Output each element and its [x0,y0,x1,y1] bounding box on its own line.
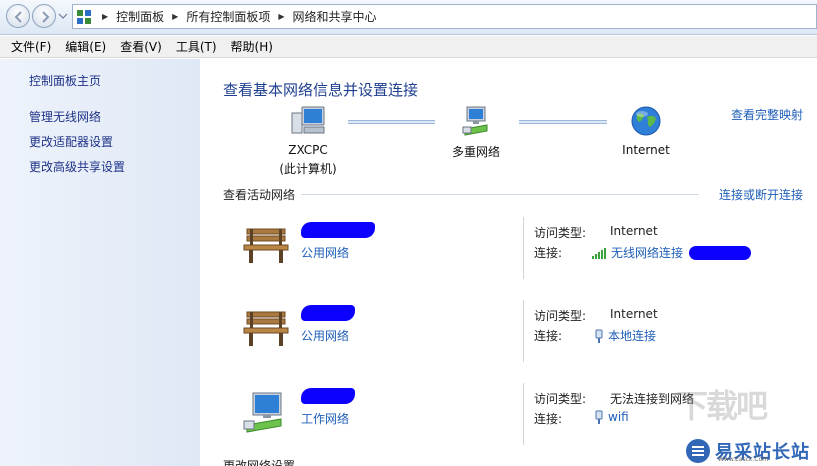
control-panel-icon [77,9,91,24]
menu-help[interactable]: 帮助(H) [224,38,280,55]
connection-name[interactable]: 本地连接 [608,327,656,344]
map-node-computer: ZXCPC (此计算机) [273,105,343,177]
multiple-networks-label: 多重网络 [451,145,500,159]
menu-file[interactable]: 文件(F) [4,38,58,55]
internet-label: Internet [622,143,670,157]
sidebar: 控制面板主页 管理无线网络 更改适配器设置 更改高级共享设置 [0,59,200,466]
connection-link[interactable]: wifi [594,410,629,424]
work-computer-icon[interactable] [241,391,291,433]
watermark-text: 下载吧 [676,387,768,425]
access-type-value: Internet [610,307,658,321]
network-type-link[interactable]: 公用网络 [301,327,349,344]
watermark-url: Www.Easck.Com [718,456,769,463]
page-title: 查看基本网络信息并设置连接 [223,81,419,99]
menu-view[interactable]: 查看(V) [113,38,169,55]
active-network-1: 公用网络 访问类型: Internet 连接: 无线网络连接 [201,217,817,289]
back-arrow-icon [14,11,22,23]
connection-name[interactable]: wifi [608,410,629,424]
computer-icon [291,106,325,134]
sidebar-change-sharing[interactable]: 更改高级共享设置 [29,158,125,175]
active-networks-header: 查看活动网络 [223,188,296,202]
back-button[interactable] [6,4,30,28]
change-network-settings-header: 更改网络设置 [223,459,296,466]
globe-icon [631,106,661,136]
view-full-map-link[interactable]: 查看完整映射 [731,106,803,123]
forward-arrow-icon [42,11,50,23]
map-node-internet[interactable]: Internet [611,105,681,157]
breadcrumb-all-items[interactable]: 所有控制面板项 [186,8,270,25]
wifi-signal-icon [592,247,606,259]
breadcrumb[interactable]: ▶ 控制面板 ▶ 所有控制面板项 ▶ 网络和共享中心 [72,4,817,29]
connection-label: 连接: [534,412,563,426]
access-type-label: 访问类型: [534,226,587,240]
sidebar-manage-wireless[interactable]: 管理无线网络 [29,108,101,125]
menu-edit[interactable]: 编辑(E) [58,38,113,55]
map-connector-line [348,120,435,124]
menu-bar: 文件(F) 编辑(E) 查看(V) 工具(T) 帮助(H) [0,36,817,58]
connection-link[interactable]: 无线网络连接 [591,244,752,261]
map-connector-line [519,120,607,124]
sidebar-change-adapter[interactable]: 更改适配器设置 [29,133,113,150]
network-divider [523,383,524,445]
network-type-link[interactable]: 公用网络 [301,244,349,261]
connection-name[interactable]: 无线网络连接 [611,244,683,261]
watermark-logo-icon [686,438,710,463]
breadcrumb-network-center[interactable]: 网络和共享中心 [293,8,377,25]
sidebar-control-panel-home[interactable]: 控制面板主页 [29,72,101,89]
connect-disconnect-link[interactable]: 连接或断开连接 [719,186,803,203]
computer-subtitle: (此计算机) [279,162,337,176]
connection-label: 连接: [534,246,563,260]
breadcrumb-control-panel[interactable]: 控制面板 [116,8,164,25]
park-bench-icon[interactable] [241,225,291,265]
breadcrumb-separator[interactable]: ▶ [172,12,178,21]
ethernet-plug-icon [595,329,603,343]
connection-link[interactable]: 本地连接 [594,327,656,344]
access-type-label: 访问类型: [534,392,587,406]
active-network-2: 公用网络 访问类型: Internet 连接: 本地连接 [201,300,817,372]
breadcrumb-separator[interactable]: ▶ [278,12,284,21]
network-name-redacted [301,222,375,238]
ssid-redacted [689,245,752,260]
computer-name: ZXCPC [288,143,328,157]
access-type-value: Internet [610,224,658,238]
park-bench-icon[interactable] [241,308,291,348]
network-icon [462,106,488,136]
network-type-link[interactable]: 工作网络 [301,410,349,427]
section-divider [301,194,699,195]
network-name-redacted [301,305,355,321]
connection-label: 连接: [534,329,563,343]
ethernet-plug-icon [595,410,603,424]
menu-tools[interactable]: 工具(T) [169,38,224,55]
access-type-label: 访问类型: [534,309,587,323]
network-divider [523,217,524,279]
address-bar: ▶ 控制面板 ▶ 所有控制面板项 ▶ 网络和共享中心 [0,0,817,35]
history-dropdown-icon[interactable] [58,11,68,21]
network-divider [523,300,524,362]
forward-button[interactable] [32,4,56,28]
network-name-redacted [301,388,355,404]
breadcrumb-separator[interactable]: ▶ [102,12,108,21]
map-node-multiple-networks[interactable]: 多重网络 [441,105,511,160]
